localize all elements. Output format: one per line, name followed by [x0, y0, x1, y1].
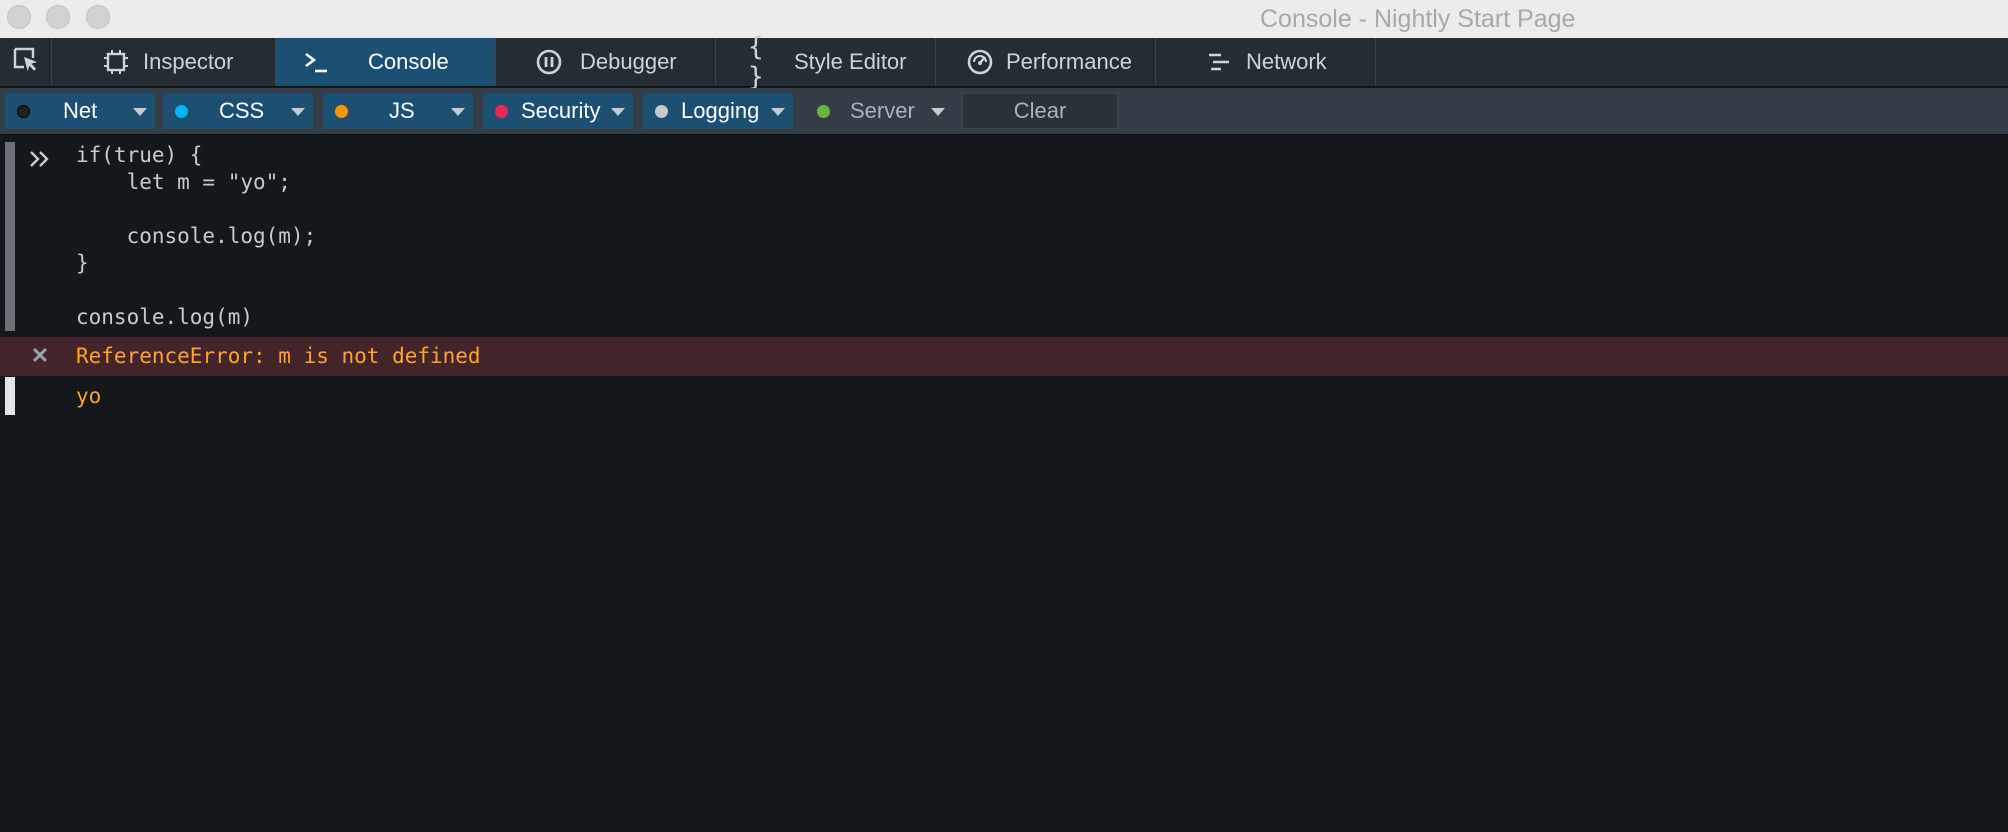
chevron-down-icon	[611, 108, 625, 116]
tab-label: Console	[368, 49, 449, 74]
filter-js-button[interactable]: JS	[323, 93, 473, 129]
window-titlebar: Console - Nightly Start Page	[0, 0, 2008, 38]
error-text: ReferenceError: m is not defined	[76, 344, 481, 368]
minimize-window-button[interactable]	[46, 5, 70, 29]
chevron-down-icon	[291, 108, 305, 116]
chevron-down-icon	[133, 108, 147, 116]
chevron-down-icon	[451, 108, 465, 116]
security-status-dot	[495, 105, 508, 118]
window-title: Console - Nightly Start Page	[1260, 5, 1576, 33]
tab-performance[interactable]: Performance	[936, 38, 1156, 86]
js-status-dot	[335, 105, 348, 118]
log-text: yo	[76, 384, 102, 408]
clear-button[interactable]: Clear	[962, 93, 1118, 129]
chevron-down-icon	[931, 108, 945, 116]
zoom-window-button[interactable]	[86, 5, 110, 29]
filter-label: Net	[63, 98, 98, 123]
performance-icon	[962, 38, 998, 86]
close-window-button[interactable]	[7, 5, 31, 29]
filter-server-button[interactable]: Server	[803, 93, 953, 129]
net-status-dot	[17, 105, 30, 118]
server-status-dot	[817, 105, 830, 118]
filter-label: JS	[389, 98, 415, 123]
inspector-icon	[98, 38, 134, 86]
tab-label: Performance	[1006, 49, 1132, 74]
tab-label: Inspector	[143, 49, 234, 74]
tab-label: Style Editor	[794, 49, 907, 74]
network-icon	[1202, 38, 1238, 86]
filter-logging-button[interactable]: Logging	[643, 93, 793, 129]
tab-debugger[interactable]: Debugger	[496, 38, 716, 86]
error-icon: ✕	[30, 343, 50, 368]
filter-label: Security	[521, 98, 601, 123]
filter-label: Server	[850, 98, 915, 123]
css-status-dot	[175, 105, 188, 118]
message-marker	[5, 142, 15, 331]
console-log-message: yo	[0, 377, 2008, 415]
filter-label: Logging	[681, 98, 760, 123]
filter-security-button[interactable]: Security	[483, 93, 633, 129]
debugger-icon	[531, 38, 567, 86]
message-marker	[5, 337, 15, 376]
devtools-toolbar: Inspector Console Debugger { } Style Edi…	[0, 32, 2008, 92]
element-picker-button[interactable]	[0, 38, 52, 86]
logging-status-dot	[655, 105, 668, 118]
console-filter-bar: Net CSS JS Security Logging Server Clear	[0, 88, 2008, 135]
tab-inspector[interactable]: Inspector	[52, 38, 276, 86]
input-code: if(true) { let m = "yo"; console.log(m);…	[76, 143, 317, 329]
tab-network[interactable]: Network	[1156, 38, 1376, 86]
console-output[interactable]: if(true) { let m = "yo"; console.log(m);…	[0, 136, 2008, 832]
tab-label: Debugger	[580, 49, 677, 74]
console-input-message: if(true) { let m = "yo"; console.log(m);…	[0, 142, 2008, 331]
chevron-down-icon	[771, 108, 785, 116]
tab-style-editor[interactable]: { } Style Editor	[716, 32, 936, 92]
console-error-message: ✕ ReferenceError: m is not defined	[0, 337, 2008, 376]
tab-console[interactable]: Console	[276, 38, 496, 86]
filter-css-button[interactable]: CSS	[163, 93, 313, 129]
message-marker	[5, 377, 15, 415]
filter-label: CSS	[219, 98, 265, 123]
console-icon	[298, 38, 334, 86]
element-picker-icon	[13, 47, 39, 78]
input-chevron-icon	[22, 150, 58, 168]
tab-label: Network	[1246, 49, 1327, 74]
braces-icon: { }	[748, 32, 764, 92]
filter-net-button[interactable]: Net	[5, 93, 155, 129]
